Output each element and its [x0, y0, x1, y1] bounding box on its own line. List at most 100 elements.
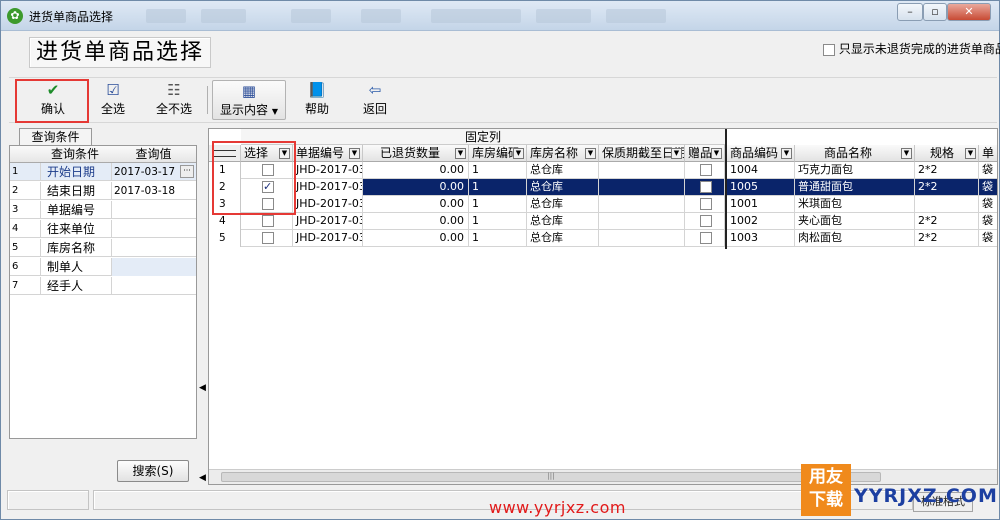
- query-row[interactable]: 2 结束日期 2017-03-18: [10, 182, 196, 200]
- table-row[interactable]: 4 JHD-2017-03 0.00 1 总仓库 1002 夹心面包 2*2 袋: [209, 213, 997, 230]
- show-content-dropdown[interactable]: ▦ 显示内容 ▼: [212, 80, 286, 120]
- dropdown-arrow-icon[interactable]: ▼: [781, 148, 792, 159]
- gift-cell[interactable]: [685, 196, 725, 213]
- collapse-left-icon[interactable]: ◀: [199, 383, 206, 393]
- toolbar-separator: [207, 86, 208, 114]
- select-cell[interactable]: [241, 213, 293, 230]
- dropdown-arrow-icon[interactable]: ▼: [513, 148, 524, 159]
- gift-cell[interactable]: [685, 213, 725, 230]
- table-row-selected[interactable]: 2 JHD-2017-03 0.00 1 总仓库 1005 普通甜面包 2*2 …: [209, 179, 997, 196]
- dropdown-arrow-icon[interactable]: ▼: [901, 148, 912, 159]
- collapse-left-icon[interactable]: ◀: [199, 473, 206, 483]
- table-icon: ▦: [241, 82, 257, 100]
- gift-checkbox[interactable]: [700, 181, 712, 193]
- query-condition: 库房名称: [40, 239, 110, 257]
- gift-checkbox[interactable]: [700, 215, 712, 227]
- select-all-button[interactable]: ☑ 全选: [93, 80, 133, 120]
- dropdown-arrow-icon[interactable]: ▼: [711, 148, 722, 159]
- query-value[interactable]: [111, 220, 196, 238]
- maximize-button[interactable]: ▫: [923, 3, 947, 21]
- table-row[interactable]: 1 JHD-2017-03 0.00 1 总仓库 1004 巧克力面包 2*2 …: [209, 162, 997, 179]
- gift-cell[interactable]: [685, 179, 725, 196]
- doc-no-cell: JHD-2017-03: [293, 213, 363, 230]
- item-name-cell: 巧克力面包: [795, 162, 915, 179]
- scrollbar-thumb[interactable]: |||: [221, 472, 881, 482]
- dropdown-arrow-icon[interactable]: ▼: [965, 148, 976, 159]
- returned-qty-cell: 0.00: [363, 179, 469, 196]
- dropdown-arrow-icon[interactable]: ▼: [585, 148, 596, 159]
- query-row[interactable]: 3 单据编号: [10, 201, 196, 219]
- page-title: 进货单商品选择: [29, 37, 212, 68]
- select-cell[interactable]: [241, 230, 293, 247]
- background-tab: [146, 9, 186, 23]
- query-value[interactable]: [111, 239, 196, 257]
- dropdown-arrow-icon[interactable]: ▼: [671, 148, 682, 159]
- item-code-cell: 1004: [727, 162, 795, 179]
- table-row[interactable]: 3 JHD-2017-03 0.00 1 总仓库 1001 米琪面包 袋: [209, 196, 997, 213]
- query-row[interactable]: 6 制单人: [10, 258, 196, 276]
- row-number: 5: [12, 242, 19, 253]
- item-code-cell: 1003: [727, 230, 795, 247]
- tab-query-conditions[interactable]: 查询条件: [19, 128, 92, 146]
- warehouse-name-cell: 总仓库: [527, 213, 599, 230]
- col-header-expiry-date[interactable]: 保质期截至日期 ▼: [599, 145, 685, 162]
- expiry-cell: [599, 162, 685, 179]
- query-row[interactable]: 1 开始日期 2017-03-17 ···: [10, 163, 196, 181]
- query-row[interactable]: 5 库房名称: [10, 239, 196, 257]
- window-title: 进货单商品选择: [29, 10, 114, 24]
- query-value[interactable]: [111, 277, 196, 295]
- exit-door-icon: ⇦: [368, 81, 382, 99]
- dropdown-arrow-icon[interactable]: ▼: [349, 148, 360, 159]
- watermark-logo: 用友 下载: [801, 464, 851, 516]
- expiry-cell: [599, 230, 685, 247]
- panel-splitter[interactable]: ◀ ◀: [197, 128, 207, 485]
- search-button[interactable]: 搜索(S): [117, 460, 189, 482]
- query-value[interactable]: 2017-03-18: [111, 182, 196, 200]
- item-name-cell: 普通甜面包: [795, 179, 915, 196]
- query-row[interactable]: 7 经手人: [10, 277, 196, 295]
- query-value[interactable]: [111, 258, 196, 276]
- minimize-button[interactable]: –: [897, 3, 923, 21]
- unit-cell: 袋: [979, 230, 997, 247]
- warehouse-name-cell: 总仓库: [527, 179, 599, 196]
- gift-checkbox[interactable]: [700, 164, 712, 176]
- help-button[interactable]: 📘 帮助: [297, 80, 337, 120]
- col-header-warehouse-name[interactable]: 库房名称 ▼: [527, 145, 599, 162]
- gift-checkbox[interactable]: [700, 232, 712, 244]
- only-unfinished-option[interactable]: 只显示未退货完成的进货单商品: [823, 40, 1000, 57]
- close-button[interactable]: ✕: [947, 3, 991, 21]
- ellipsis-button[interactable]: ···: [180, 165, 194, 178]
- dropdown-arrow-icon: ▼: [271, 107, 278, 116]
- select-none-button[interactable]: ☷ 全不选: [147, 80, 201, 120]
- col-header-doc-no[interactable]: 单据编号 ▼: [293, 145, 363, 162]
- gift-checkbox[interactable]: [700, 198, 712, 210]
- dialog-header: 进货单商品选择 只显示未退货完成的进货单商品: [1, 31, 1000, 77]
- horizontal-scrollbar[interactable]: |||: [209, 469, 997, 484]
- row-number: 5: [209, 230, 241, 247]
- col-header-unit[interactable]: 单: [979, 145, 997, 162]
- query-value[interactable]: [111, 201, 196, 219]
- query-condition: 结束日期: [40, 182, 110, 200]
- col-header-warehouse-code[interactable]: 库房编码 ▼: [469, 145, 527, 162]
- col-header-gift[interactable]: 赠品 ▼: [685, 145, 725, 162]
- row-select-checkbox[interactable]: [262, 215, 274, 227]
- list-icon: ☷: [167, 81, 181, 99]
- warehouse-code-cell: 1: [469, 230, 527, 247]
- col-header-item-code[interactable]: 商品编码 ▼: [727, 145, 795, 162]
- query-row[interactable]: 4 往来单位: [10, 220, 196, 238]
- col-header-returned-qty[interactable]: 已退货数量 ▼: [363, 145, 469, 162]
- back-button[interactable]: ⇦ 返回: [355, 80, 395, 120]
- doc-no-cell: JHD-2017-03: [293, 179, 363, 196]
- doc-no-cell: JHD-2017-03: [293, 196, 363, 213]
- item-name-cell: 夹心面包: [795, 213, 915, 230]
- dropdown-arrow-icon[interactable]: ▼: [455, 148, 466, 159]
- col-header-item-name[interactable]: 商品名称 ▼: [795, 145, 915, 162]
- query-panel: 查询条件 查询条件 查询值 1 开始日期 2017-03-17 ··· 2 结束…: [9, 128, 197, 485]
- table-row[interactable]: 5 JHD-2017-03 0.00 1 总仓库 1003 肉松面包 2*2 袋: [209, 230, 997, 247]
- row-select-checkbox[interactable]: [262, 232, 274, 244]
- gift-cell[interactable]: [685, 162, 725, 179]
- select-all-label: 全选: [100, 102, 125, 116]
- only-unfinished-checkbox[interactable]: [823, 43, 835, 56]
- col-header-spec[interactable]: 规格 ▼: [915, 145, 979, 162]
- gift-cell[interactable]: [685, 230, 725, 247]
